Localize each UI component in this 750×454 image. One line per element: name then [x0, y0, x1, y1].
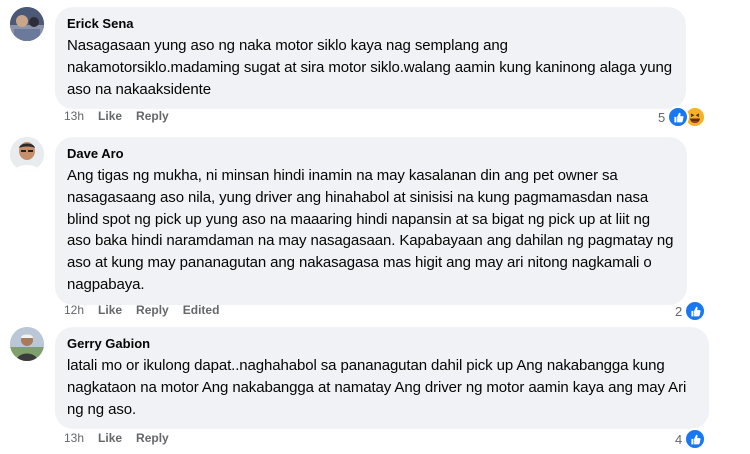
comment-actions: 13h Like Reply — [64, 431, 183, 445]
avatar[interactable] — [10, 7, 44, 41]
like-button[interactable]: Like — [98, 303, 122, 317]
author-name[interactable]: Erick Sena — [67, 15, 674, 32]
like-icon — [684, 428, 707, 450]
reply-button[interactable]: Reply — [136, 431, 169, 445]
reaction-summary[interactable]: 4 — [675, 428, 707, 450]
reaction-count: 4 — [675, 431, 683, 447]
reaction-count: 5 — [658, 109, 666, 125]
avatar-image — [10, 327, 44, 361]
timestamp[interactable]: 13h — [64, 109, 84, 123]
comment-bubble: Dave Aro Ang tigas ng mukha, ni minsan h… — [55, 137, 687, 305]
comment-bubble: Erick Sena Nasagasaan yung aso ng naka m… — [55, 7, 686, 110]
comment-text: Nasagasaan yung aso ng naka motor siklo … — [67, 37, 672, 98]
comment-bubble: Gerry Gabion latali mo or ikulong dapat.… — [55, 327, 709, 430]
avatar[interactable] — [10, 137, 44, 171]
comment-text: latali mo or ikulong dapat..naghahabol s… — [67, 357, 687, 418]
comment-actions: 13h Like Reply — [64, 109, 183, 123]
like-icon — [684, 300, 707, 322]
author-name[interactable]: Dave Aro — [67, 145, 675, 162]
avatar[interactable] — [10, 327, 44, 361]
comment-text: Ang tigas ng mukha, ni minsan hindi inam… — [67, 167, 674, 293]
avatar-image — [10, 137, 44, 171]
timestamp[interactable]: 12h — [64, 303, 84, 317]
reply-button[interactable]: Reply — [136, 109, 169, 123]
avatar-image — [10, 7, 44, 41]
like-button[interactable]: Like — [98, 109, 122, 123]
like-button[interactable]: Like — [98, 431, 122, 445]
reply-button[interactable]: Reply — [136, 303, 169, 317]
reaction-summary[interactable]: 2 — [675, 300, 707, 322]
author-name[interactable]: Gerry Gabion — [67, 335, 697, 352]
timestamp[interactable]: 13h — [64, 431, 84, 445]
comment-actions: 12h Like Reply Edited — [64, 303, 233, 317]
edited-label[interactable]: Edited — [183, 303, 220, 317]
reaction-count: 2 — [675, 303, 683, 319]
reaction-summary[interactable]: 5 — [658, 106, 707, 128]
